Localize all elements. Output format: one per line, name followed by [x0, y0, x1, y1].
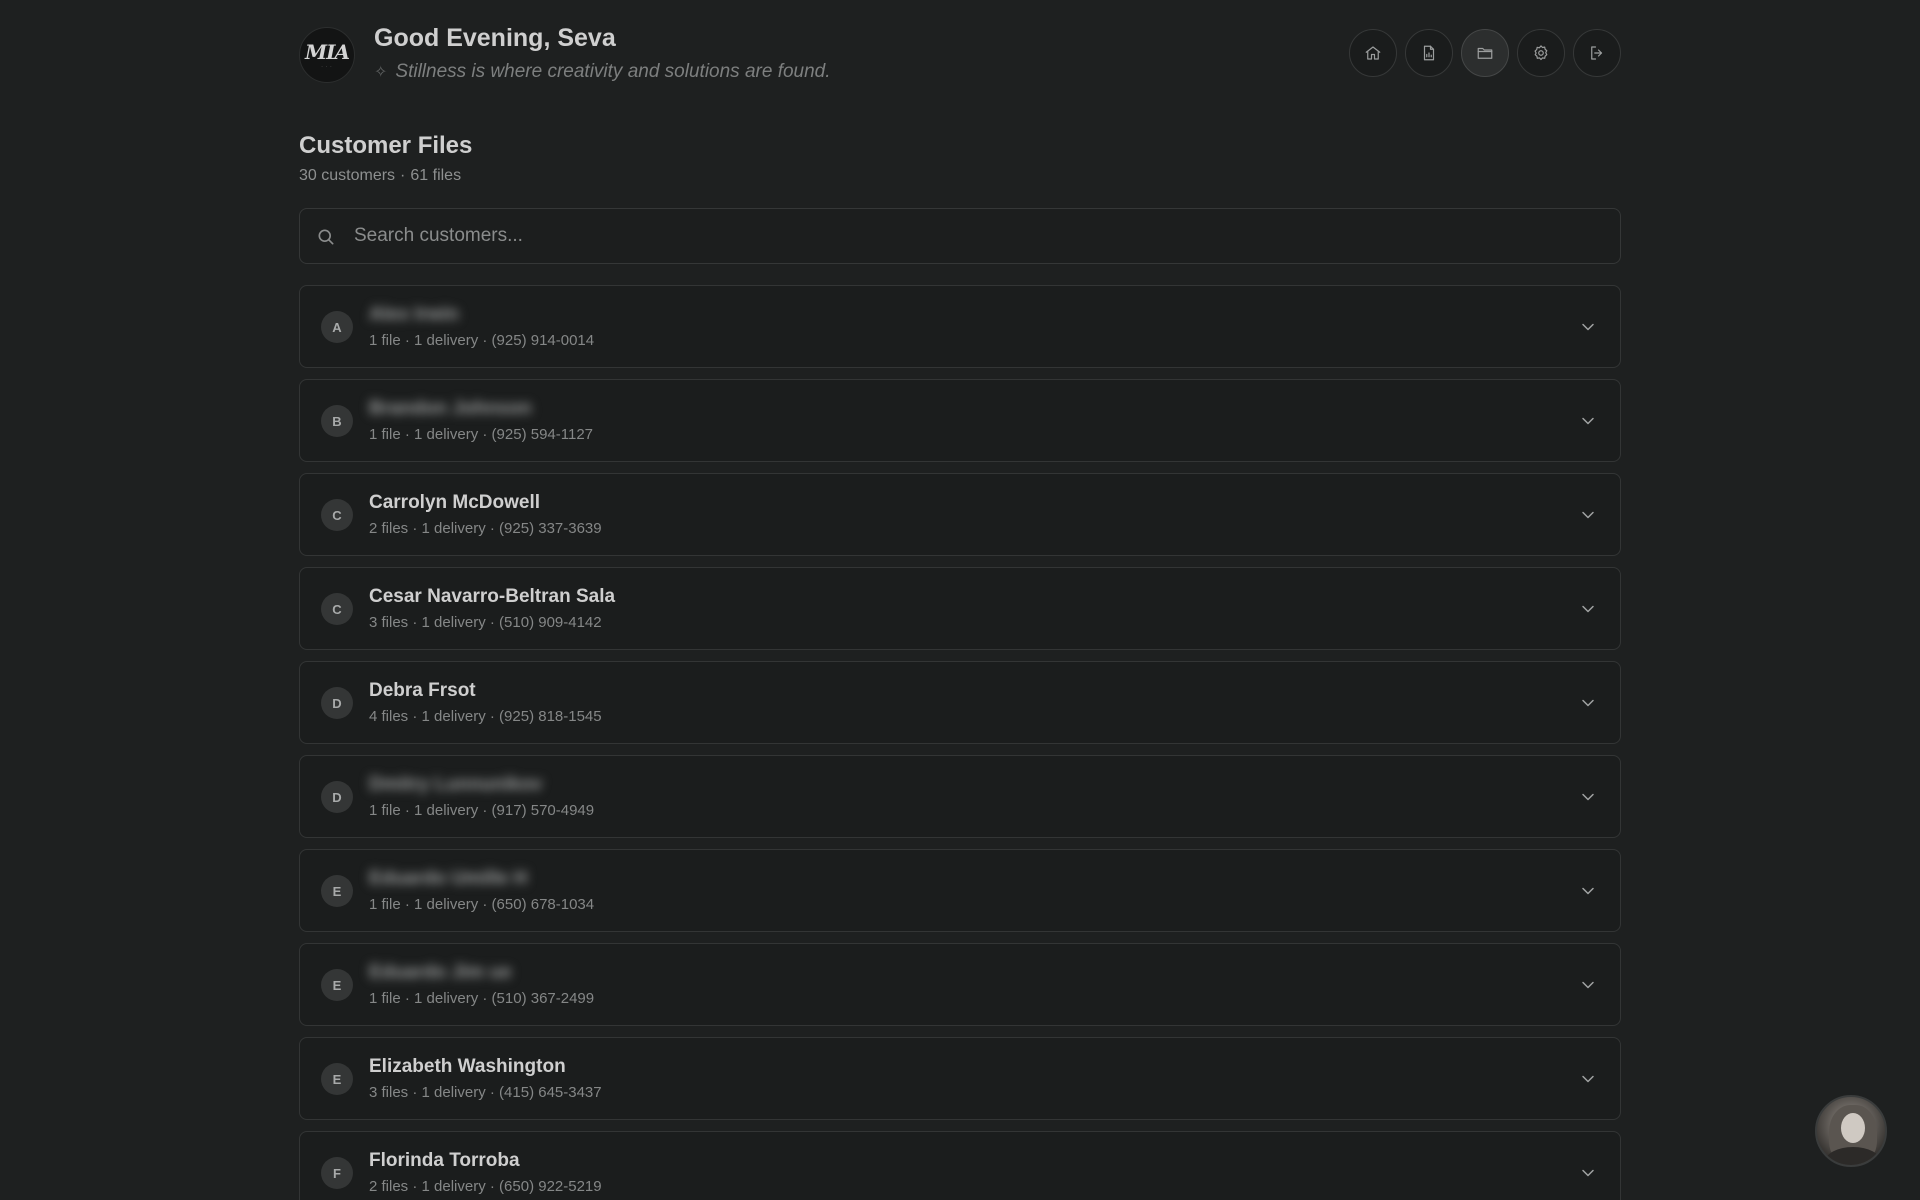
customer-initial-avatar: E — [321, 1063, 353, 1095]
chevron-down-icon[interactable] — [1578, 975, 1598, 995]
documents-button[interactable] — [1405, 29, 1453, 77]
customer-meta: 1 file · 1 delivery · (925) 914-0014 — [369, 332, 595, 349]
search-icon — [316, 227, 336, 247]
customer-initial-avatar: D — [321, 687, 353, 719]
customer-name: Elizabeth Washington — [369, 1056, 566, 1077]
customer-row[interactable]: E Eduardo Jim ue 1 file · 1 delivery · (51… — [299, 943, 1621, 1026]
folder-icon — [1477, 47, 1493, 59]
daily-quote: ✧ Stillness is where creativity and solu… — [374, 61, 831, 83]
customer-row[interactable]: C Carrolyn McDowell 2 files · 1 delivery ·… — [299, 473, 1621, 556]
greeting: Good Evening, Seva — [374, 24, 616, 52]
document-icon — [1423, 45, 1435, 61]
customer-name: Eduardo Jim ue — [369, 962, 512, 983]
chevron-down-icon[interactable] — [1578, 1163, 1598, 1183]
customer-name: Alex Irwin — [369, 304, 459, 325]
assistant-face — [1841, 1113, 1865, 1143]
chevron-down-icon[interactable] — [1578, 1069, 1598, 1089]
customer-name: Dmitry Lunnunikov — [369, 774, 543, 795]
customer-meta: 4 files · 1 delivery · (925) 818-1545 — [369, 708, 602, 725]
customer-row[interactable]: D Debra Frsot 4 files · 1 delivery · (925)… — [299, 661, 1621, 744]
header: MIA · · · Good Evening, Seva ✧ Stillness… — [299, 0, 1621, 110]
customer-name: Florinda Torroba — [369, 1150, 520, 1171]
customer-meta: 2 files · 1 delivery · (650) 922-5219 — [369, 1178, 602, 1195]
assistant-avatar[interactable] — [1815, 1095, 1887, 1167]
customer-meta: 1 file · 1 delivery · (650) 678-1034 — [369, 896, 595, 913]
customer-row[interactable]: F Florinda Torroba 2 files · 1 delivery · … — [299, 1131, 1621, 1200]
customer-name: Brandon Johnson — [369, 398, 532, 419]
logo-tagline: · · · — [321, 63, 333, 69]
home-button[interactable] — [1349, 29, 1397, 77]
customer-initial-avatar: B — [321, 405, 353, 437]
files-count: 61 files — [410, 167, 462, 184]
customers-count: 30 customers — [299, 167, 396, 184]
customer-row[interactable]: D Dmitry Lunnunikov 1 file · 1 delivery · … — [299, 755, 1621, 838]
customer-meta: 1 file · 1 delivery · (917) 570-4949 — [369, 802, 595, 819]
page: MIA · · · Good Evening, Seva ✧ Stillness… — [0, 0, 1920, 1200]
customer-name: Cesar Navarro-Beltran Sala — [369, 586, 616, 607]
chevron-down-icon[interactable] — [1578, 599, 1598, 619]
customer-name: Eduardo Umille H — [369, 868, 528, 889]
home-icon — [1365, 46, 1381, 60]
files-button[interactable] — [1461, 29, 1509, 77]
chevron-down-icon[interactable] — [1578, 505, 1598, 525]
customer-list: A Alex Irwin 1 file · 1 delivery · (925) 9… — [299, 285, 1621, 1200]
customer-row[interactable]: E Elizabeth Washington 3 files · 1 deliver… — [299, 1037, 1621, 1120]
chevron-down-icon[interactable] — [1578, 693, 1598, 713]
customer-name: Debra Frsot — [369, 680, 476, 701]
page-subtitle: 30 customers · 61 files — [299, 167, 461, 185]
top-nav — [1349, 29, 1621, 77]
customer-initial-avatar: E — [321, 969, 353, 1001]
customer-initial-avatar: A — [321, 311, 353, 343]
chevron-down-icon[interactable] — [1578, 317, 1598, 337]
customer-row[interactable]: C Cesar Navarro-Beltran Sala 3 files · 1 d… — [299, 567, 1621, 650]
search-input[interactable] — [354, 209, 1604, 263]
customer-meta: 3 files · 1 delivery · (510) 909-4142 — [369, 614, 602, 631]
customer-name: Carrolyn McDowell — [369, 492, 541, 513]
customer-meta: 1 file · 1 delivery · (925) 594-1127 — [369, 426, 594, 443]
quote-text: Stillness is where creativity and soluti… — [395, 61, 831, 82]
chevron-down-icon[interactable] — [1578, 787, 1598, 807]
chevron-down-icon[interactable] — [1578, 881, 1598, 901]
customer-row[interactable]: A Alex Irwin 1 file · 1 delivery · (925) 9… — [299, 285, 1621, 368]
logout-button[interactable] — [1573, 29, 1621, 77]
customer-initial-avatar: C — [321, 593, 353, 625]
customer-initial-avatar: F — [321, 1157, 353, 1189]
settings-button[interactable] — [1517, 29, 1565, 77]
gear-icon — [1534, 45, 1548, 61]
customer-row[interactable]: E Eduardo Umille H 1 file · 1 delivery · (… — [299, 849, 1621, 932]
customer-row[interactable]: B Brandon Johnson 1 file · 1 delivery · (9… — [299, 379, 1621, 462]
logo[interactable]: MIA · · · — [299, 27, 355, 83]
customer-initial-avatar: D — [321, 781, 353, 813]
main-container: MIA · · · Good Evening, Seva ✧ Stillness… — [299, 0, 1621, 1200]
customer-initial-avatar: C — [321, 499, 353, 531]
customer-meta: 2 files · 1 delivery · (925) 337-3639 — [369, 520, 602, 537]
separator: · — [400, 167, 406, 184]
sparkle-icon: ✧ — [374, 64, 388, 81]
customer-meta: 1 file · 1 delivery · (510) 367-2499 — [369, 990, 595, 1007]
customer-initial-avatar: E — [321, 875, 353, 907]
chevron-down-icon[interactable] — [1578, 411, 1598, 431]
logout-icon — [1591, 46, 1603, 60]
page-title: Customer Files — [299, 132, 473, 159]
search-bar — [299, 208, 1621, 264]
logo-mark: MIA — [304, 39, 350, 64]
customer-meta: 3 files · 1 delivery · (415) 645-3437 — [369, 1084, 602, 1101]
